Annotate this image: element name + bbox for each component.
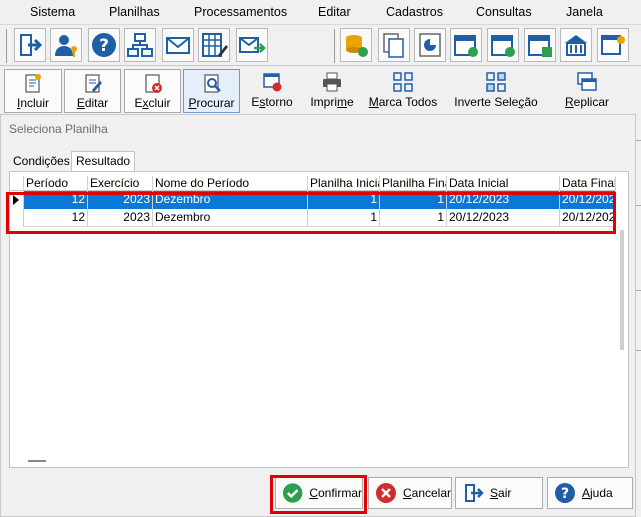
mail-button[interactable] <box>162 28 194 62</box>
tab-condicoes[interactable]: Condições <box>9 153 74 171</box>
procurar-button[interactable]: Procurar <box>183 69 240 113</box>
door-exit-icon <box>465 484 484 502</box>
marca-todos-button[interactable]: Marca Todos <box>367 69 439 113</box>
door-exit-icon <box>20 34 43 56</box>
panel-splitter <box>28 460 46 462</box>
grid-header: Período Exercício Nome do Período Planil… <box>10 176 616 191</box>
estorno-button[interactable]: Estorno <box>246 69 298 113</box>
col-planilha-inicial[interactable]: Planilha Inicial <box>308 176 380 191</box>
grid-select-all-icon <box>393 72 413 92</box>
dialog-title: Seleciona Planilha <box>9 122 108 136</box>
send-mail-button[interactable] <box>236 28 268 62</box>
window-star-button[interactable] <box>597 28 629 62</box>
exit-app-button[interactable] <box>14 28 46 62</box>
calendar-grid-button[interactable] <box>524 28 556 62</box>
calendar-check-icon <box>454 35 478 57</box>
excluir-button[interactable]: Excluir <box>124 69 181 113</box>
editar-button[interactable]: Editar <box>64 69 121 113</box>
tab-resultado[interactable]: Resultado <box>71 151 136 172</box>
imprime-button[interactable]: Imprime <box>305 69 359 113</box>
calendar-grid-icon <box>528 35 552 57</box>
menu-sistema[interactable]: Sistema <box>30 5 75 19</box>
menu-editar[interactable]: Editar <box>318 5 351 19</box>
background-window-edge <box>636 140 641 141</box>
menu-processamentos[interactable]: Processamentos <box>194 5 287 19</box>
background-window-edge <box>636 350 641 351</box>
spreadsheet-edit-icon <box>202 33 228 57</box>
search-document-icon <box>203 74 221 93</box>
grid-invert-icon <box>486 72 506 92</box>
calendar-edit-button[interactable] <box>487 28 519 62</box>
highlight-confirm-box <box>270 475 367 514</box>
pie-report-button[interactable] <box>414 28 446 62</box>
copy-docs-button[interactable] <box>378 28 410 62</box>
svg-text:?: ? <box>99 36 109 56</box>
header-indicator <box>10 176 24 191</box>
highlight-rows-box <box>6 192 616 234</box>
question-icon: ? <box>92 33 116 57</box>
sair-button[interactable]: Sair <box>455 477 543 509</box>
new-document-icon <box>25 74 41 93</box>
seleciona-planilha-dialog: Seleciona Planilha Condições Resultado P… <box>0 114 636 517</box>
user-button[interactable] <box>50 28 82 62</box>
result-panel: Período Exercício Nome do Período Planil… <box>6 171 629 468</box>
printer-icon <box>323 72 341 92</box>
menu-cadastros[interactable]: Cadastros <box>386 5 443 19</box>
col-planilha-final[interactable]: Planilha Final <box>380 176 447 191</box>
background-window-edge <box>636 290 641 291</box>
mail-send-icon <box>239 37 266 53</box>
help-button[interactable]: ? <box>88 28 120 62</box>
toolbar-grip-2 <box>334 29 338 63</box>
undo-window-icon <box>263 73 282 92</box>
envelope-icon <box>166 37 190 54</box>
incluir-button[interactable]: Incluir <box>4 69 62 113</box>
cancelar-button[interactable]: Cancelar <box>368 477 452 509</box>
action-toolbar: Incluir Editar Excluir Procurar Estorno … <box>0 66 641 114</box>
col-periodo[interactable]: Período <box>24 176 88 191</box>
window-star-icon <box>601 35 625 55</box>
calendar-check-button[interactable] <box>450 28 482 62</box>
cancel-circle-icon <box>375 483 396 503</box>
documents-icon <box>383 33 404 58</box>
col-data-inicial[interactable]: Data Inicial <box>447 176 560 191</box>
question-icon: ? <box>555 483 575 503</box>
user-key-icon <box>55 35 77 57</box>
col-exercicio[interactable]: Exercício <box>88 176 153 191</box>
menu-janela[interactable]: Janela <box>566 5 603 19</box>
calculator-button[interactable] <box>198 28 230 62</box>
org-chart-button[interactable] <box>124 28 156 62</box>
background-window-edge <box>636 205 641 206</box>
calendar-ok-icon <box>491 35 515 57</box>
toolbar-grip <box>6 29 10 63</box>
ajuda-button[interactable]: ? Ajuda <box>547 477 633 509</box>
coins-icon <box>346 35 368 57</box>
pie-chart-icon <box>419 33 441 57</box>
col-data-final[interactable]: Data Final <box>560 176 616 191</box>
replicate-window-icon <box>577 72 597 91</box>
building-icon <box>565 35 587 56</box>
menu-planilhas[interactable]: Planilhas <box>109 5 160 19</box>
menu-bar: Sistema Planilhas Processamentos Editar … <box>0 0 641 24</box>
delete-document-icon <box>144 74 162 93</box>
col-nome-periodo[interactable]: Nome do Período <box>153 176 308 191</box>
edit-document-icon <box>84 74 102 93</box>
hierarchy-icon <box>127 33 153 57</box>
vertical-scrollbar[interactable] <box>620 230 624 350</box>
coins-button[interactable] <box>340 28 372 62</box>
replicar-button[interactable]: Replicar <box>561 69 613 113</box>
menu-consultas[interactable]: Consultas <box>476 5 532 19</box>
icon-toolbar: ? <box>0 24 641 66</box>
inverte-selecao-button[interactable]: Inverte Seleção <box>453 69 539 113</box>
building-button[interactable] <box>560 28 592 62</box>
svg-text:?: ? <box>561 486 569 502</box>
